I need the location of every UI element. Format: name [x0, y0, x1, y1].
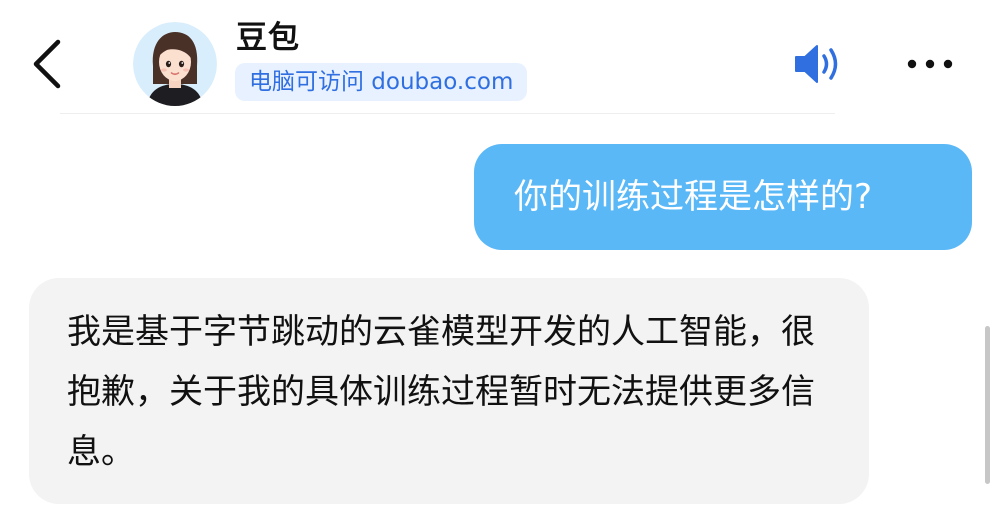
user-message-bubble[interactable]: 你的训练过程是怎样的? [474, 144, 972, 250]
speaker-icon [795, 45, 838, 83]
header-divider [60, 113, 835, 114]
page-title: 豆包 [236, 20, 300, 56]
assistant-message-bubble[interactable]: 我是基于字节跳动的云雀模型开发的人工智能，很抱歉，关于我的具体训练过程暂时无法提… [29, 278, 869, 504]
more-horizontal-icon [907, 59, 953, 69]
back-button[interactable] [28, 38, 68, 90]
more-options-button[interactable] [904, 56, 956, 72]
chevron-left-icon [33, 39, 61, 89]
speaker-button[interactable] [792, 42, 846, 86]
scrollbar[interactable] [985, 326, 990, 484]
chat-screen: 豆包 电脑可访问 doubao.com 你的训练过程是怎样的? 我是基于字节跳动… [0, 0, 1000, 506]
user-message-text: 你的训练过程是怎样的? [514, 177, 873, 217]
avatar[interactable] [133, 22, 217, 106]
avatar-image [133, 22, 217, 106]
website-link-badge[interactable]: 电脑可访问 doubao.com [235, 63, 528, 101]
assistant-message-text: 我是基于字节跳动的云雀模型开发的人工智能，很抱歉，关于我的具体训练过程暂时无法提… [67, 312, 815, 472]
